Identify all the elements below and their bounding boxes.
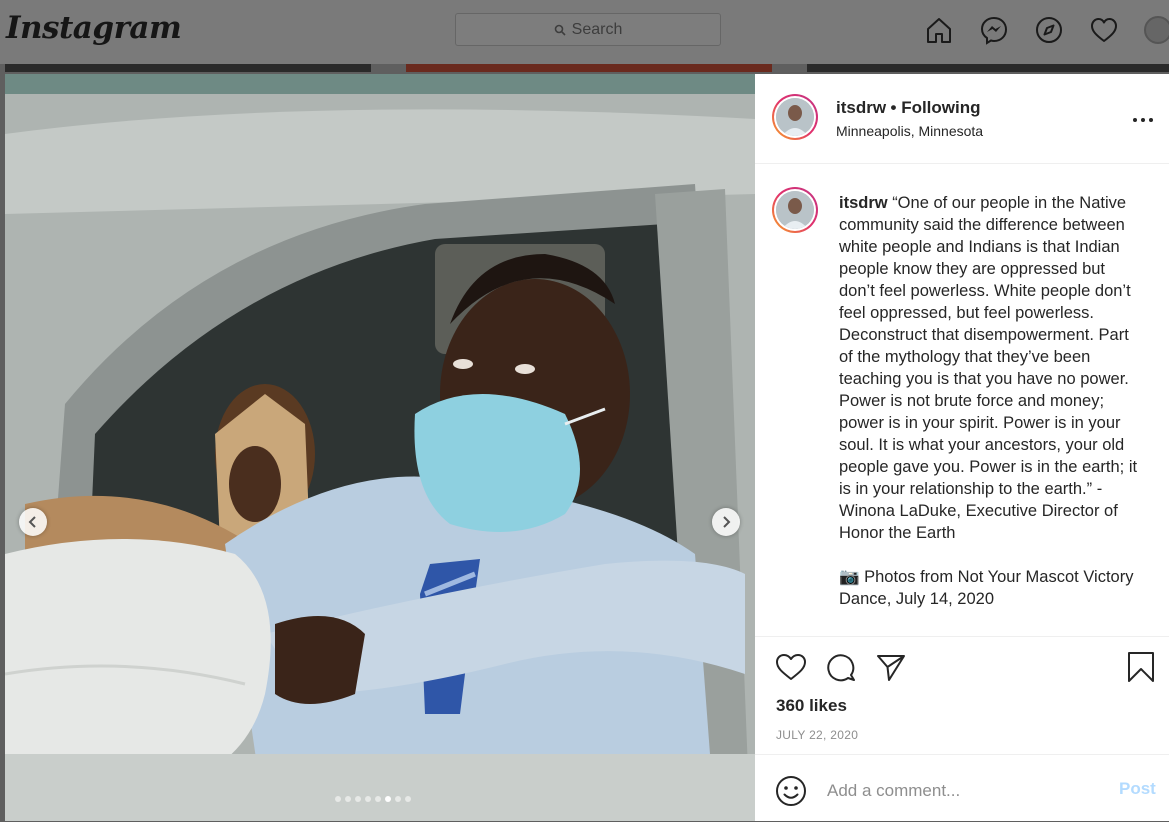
profile-avatar[interactable] <box>1144 16 1169 44</box>
caption-text: “One of our people in the Native communi… <box>839 194 1138 542</box>
background-thumbnail <box>807 64 1169 72</box>
background-thumbnail <box>5 64 371 72</box>
post-photo[interactable] <box>5 74 755 821</box>
explore-icon[interactable] <box>1033 14 1065 46</box>
post-detail-panel: itsdrw • Following Minneapolis, Minnesot… <box>755 74 1169 821</box>
carousel-dot <box>365 796 371 802</box>
carousel-next-button[interactable] <box>712 508 740 536</box>
post-actions: 360 likes JULY 22, 2020 <box>755 636 1169 755</box>
carousel-dot <box>355 796 361 802</box>
share-icon[interactable] <box>875 651 907 683</box>
photo-credit-text: 📷 Photos from Not Your Mascot Victory Da… <box>839 568 1134 608</box>
carousel-prev-button[interactable] <box>19 508 47 536</box>
following-status[interactable]: • Following <box>891 98 981 117</box>
carousel-dot <box>375 796 381 802</box>
chevron-left-icon <box>28 516 36 528</box>
post-date[interactable]: JULY 22, 2020 <box>776 728 858 742</box>
home-icon[interactable] <box>923 14 955 46</box>
comment-input[interactable] <box>825 777 1109 805</box>
likes-count[interactable]: 360 likes <box>776 696 847 716</box>
emoji-icon[interactable] <box>775 775 807 807</box>
carousel-indicator <box>335 796 411 802</box>
carousel-dot <box>385 796 391 802</box>
post-header: itsdrw • Following Minneapolis, Minnesot… <box>755 74 1169 164</box>
post-caption: itsdrw “One of our people in the Native … <box>839 192 1145 610</box>
author-avatar[interactable] <box>772 94 818 140</box>
carousel-dot <box>335 796 341 802</box>
messenger-icon[interactable] <box>978 14 1010 46</box>
top-nav: Instagram Search <box>0 0 1169 64</box>
photo-scene <box>5 74 755 821</box>
post-location[interactable]: Minneapolis, Minnesota <box>836 123 983 139</box>
carousel-dot <box>345 796 351 802</box>
chevron-right-icon <box>723 516 731 528</box>
more-options-icon[interactable] <box>1131 108 1155 132</box>
post-comment-button[interactable]: Post <box>1119 779 1156 799</box>
carousel-dot <box>405 796 411 802</box>
carousel-dot <box>395 796 401 802</box>
author-username[interactable]: itsdrw <box>836 98 886 117</box>
comments-area[interactable]: itsdrw “One of our people in the Native … <box>755 164 1169 636</box>
activity-heart-icon[interactable] <box>1088 14 1120 46</box>
comment-bar: Post <box>755 754 1169 822</box>
like-heart-icon[interactable] <box>775 651 807 683</box>
bookmark-icon[interactable] <box>1125 651 1157 683</box>
caption-username[interactable]: itsdrw <box>839 194 888 212</box>
caption-author-avatar[interactable] <box>772 187 818 233</box>
background-thumbnail <box>406 64 772 72</box>
comment-icon[interactable] <box>825 651 857 683</box>
